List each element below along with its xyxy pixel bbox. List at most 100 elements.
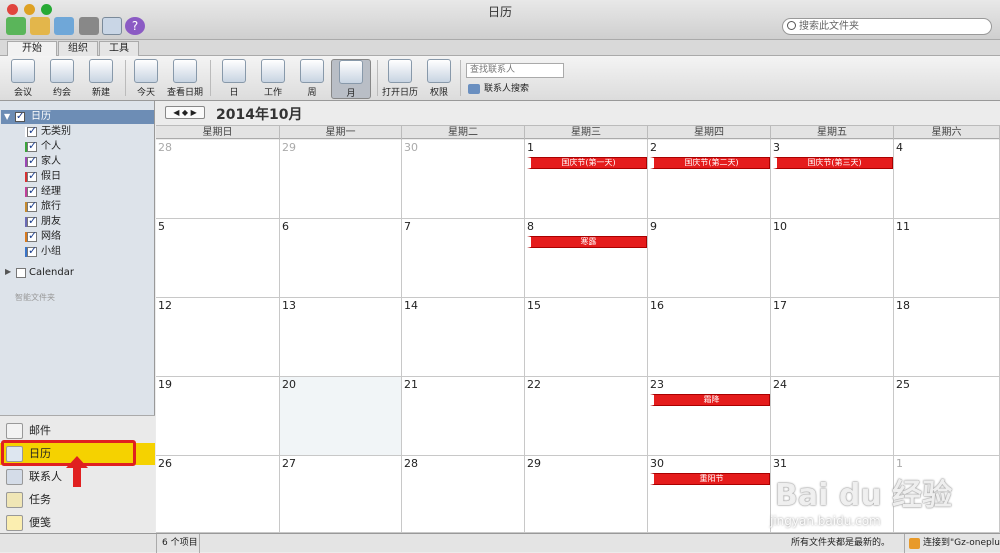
calendar-event[interactable]: 国庆节(第一天): [527, 157, 647, 169]
calendar-checkbox[interactable]: [16, 268, 26, 278]
day-cell[interactable]: 3 国庆节(第三天): [771, 140, 894, 219]
calendar-root-checkbox[interactable]: ✓: [15, 112, 25, 122]
day-cell[interactable]: 10: [771, 219, 894, 298]
day-cell[interactable]: 26: [156, 456, 280, 533]
day-number: 14: [404, 299, 418, 312]
day-number: 25: [896, 378, 910, 391]
sidebar-category-item[interactable]: 假日: [25, 169, 61, 184]
day-cell[interactable]: 23 霜降: [648, 377, 771, 456]
find-contact-input[interactable]: 查找联系人: [466, 63, 564, 78]
day-cell[interactable]: 8 寒露: [525, 219, 648, 298]
calendar-event[interactable]: 国庆节(第三天): [773, 157, 893, 169]
tab-home[interactable]: 开始: [7, 41, 57, 56]
nav-mail[interactable]: 邮件: [0, 420, 155, 442]
day-cell[interactable]: 21: [402, 377, 525, 456]
day-cell[interactable]: 29: [280, 140, 402, 219]
category-checkbox[interactable]: [27, 184, 37, 198]
view-date-button[interactable]: 查看日期: [165, 59, 205, 99]
day-cell[interactable]: 9: [648, 219, 771, 298]
tab-tools[interactable]: 工具: [99, 41, 139, 56]
permissions-button[interactable]: 权限: [419, 59, 459, 99]
day-cell[interactable]: 4: [894, 140, 1000, 219]
tasks-icon: [6, 492, 23, 508]
day-cell[interactable]: 27: [280, 456, 402, 533]
open-calendar-button[interactable]: 打开日历: [380, 59, 420, 99]
nav-notes[interactable]: 便笺: [0, 512, 155, 534]
sidebar-item-calendar[interactable]: ▶ Calendar: [5, 267, 74, 278]
calendar-view-icon[interactable]: [102, 17, 122, 35]
view-week-button[interactable]: 周: [292, 59, 332, 99]
day-cell[interactable]: 12: [156, 298, 280, 377]
new-button[interactable]: 新建: [81, 59, 121, 99]
day-cell[interactable]: 17: [771, 298, 894, 377]
day-cell[interactable]: 19: [156, 377, 280, 456]
day-cell[interactable]: 30: [402, 140, 525, 219]
day-cell[interactable]: 13: [280, 298, 402, 377]
day-cell[interactable]: 24: [771, 377, 894, 456]
calendar-event[interactable]: 国庆节(第二天): [650, 157, 770, 169]
day-cell[interactable]: 16: [648, 298, 771, 377]
category-checkbox[interactable]: [27, 139, 37, 153]
day-cell[interactable]: 28: [402, 456, 525, 533]
day-cell[interactable]: 29: [525, 456, 648, 533]
category-checkbox[interactable]: [27, 124, 37, 138]
category-checkbox[interactable]: [27, 214, 37, 228]
day-cell[interactable]: 2 国庆节(第二天): [648, 140, 771, 219]
day-cell[interactable]: 28: [156, 140, 280, 219]
day-cell[interactable]: 1 国庆节(第一天): [525, 140, 648, 219]
calendar-header: ◀ ◆ ▶ 2014年10月: [156, 101, 1000, 125]
category-checkbox[interactable]: [27, 229, 37, 243]
disclosure-triangle-icon[interactable]: ▼: [4, 110, 10, 124]
today-icon: [134, 59, 158, 83]
day-cell[interactable]: 15: [525, 298, 648, 377]
day-cell[interactable]: 14: [402, 298, 525, 377]
day-number: 19: [158, 378, 172, 391]
sidebar-category-item[interactable]: 个人: [25, 139, 61, 154]
calendar-event[interactable]: 寒露: [527, 236, 647, 248]
day-cell[interactable]: 5: [156, 219, 280, 298]
sidebar-category-item[interactable]: 家人: [25, 154, 61, 169]
print-icon[interactable]: [79, 17, 99, 35]
sync-icon[interactable]: [6, 17, 26, 35]
calendar-event[interactable]: 重阳节: [650, 473, 770, 485]
connection-status: 连接到"Gz-oneplus": [904, 534, 1000, 553]
contact-search-button[interactable]: 联系人搜索: [468, 82, 529, 96]
disclosure-triangle-icon[interactable]: ▶: [5, 267, 11, 276]
day-cell[interactable]: 30 重阳节: [648, 456, 771, 533]
nav-tasks[interactable]: 任务: [0, 489, 155, 511]
category-checkbox[interactable]: [27, 244, 37, 258]
sidebar-category-item[interactable]: 网络: [25, 229, 61, 244]
day-cell[interactable]: 18: [894, 298, 1000, 377]
sidebar-category-item[interactable]: 朋友: [25, 214, 61, 229]
undo-icon[interactable]: [30, 17, 50, 35]
day-cell[interactable]: 7: [402, 219, 525, 298]
sidebar-category-item[interactable]: 旅行: [25, 199, 61, 214]
day-number: 4: [896, 141, 903, 154]
help-icon[interactable]: ?: [125, 17, 145, 35]
day-cell[interactable]: 25: [894, 377, 1000, 456]
day-number: 28: [158, 141, 172, 154]
category-checkbox[interactable]: [27, 154, 37, 168]
sidebar-category-item[interactable]: 经理: [25, 184, 61, 199]
sidebar-item-calendar-root[interactable]: ▼ ✓ 日历: [1, 110, 154, 124]
calendar-event[interactable]: 霜降: [650, 394, 770, 406]
meeting-button[interactable]: 会议: [3, 59, 43, 99]
redo-icon[interactable]: [54, 17, 74, 35]
month-navigation-buttons[interactable]: ◀ ◆ ▶: [165, 106, 205, 119]
week-view-icon: [300, 59, 324, 83]
category-checkbox[interactable]: [27, 169, 37, 183]
day-cell[interactable]: 6: [280, 219, 402, 298]
category-checkbox[interactable]: [27, 199, 37, 213]
view-month-button[interactable]: 月: [331, 59, 371, 99]
tab-organize[interactable]: 组织: [58, 41, 98, 56]
day-cell[interactable]: 22: [525, 377, 648, 456]
sidebar-category-item[interactable]: 无类别: [25, 124, 71, 139]
day-cell[interactable]: 20: [280, 377, 402, 456]
view-workweek-button[interactable]: 工作: [253, 59, 293, 99]
appointment-button[interactable]: 约会: [42, 59, 82, 99]
search-input[interactable]: 搜索此文件夹: [782, 18, 992, 35]
today-button[interactable]: 今天: [126, 59, 166, 99]
sidebar-category-item[interactable]: 小组: [25, 244, 61, 259]
view-day-button[interactable]: 日: [214, 59, 254, 99]
day-cell[interactable]: 11: [894, 219, 1000, 298]
